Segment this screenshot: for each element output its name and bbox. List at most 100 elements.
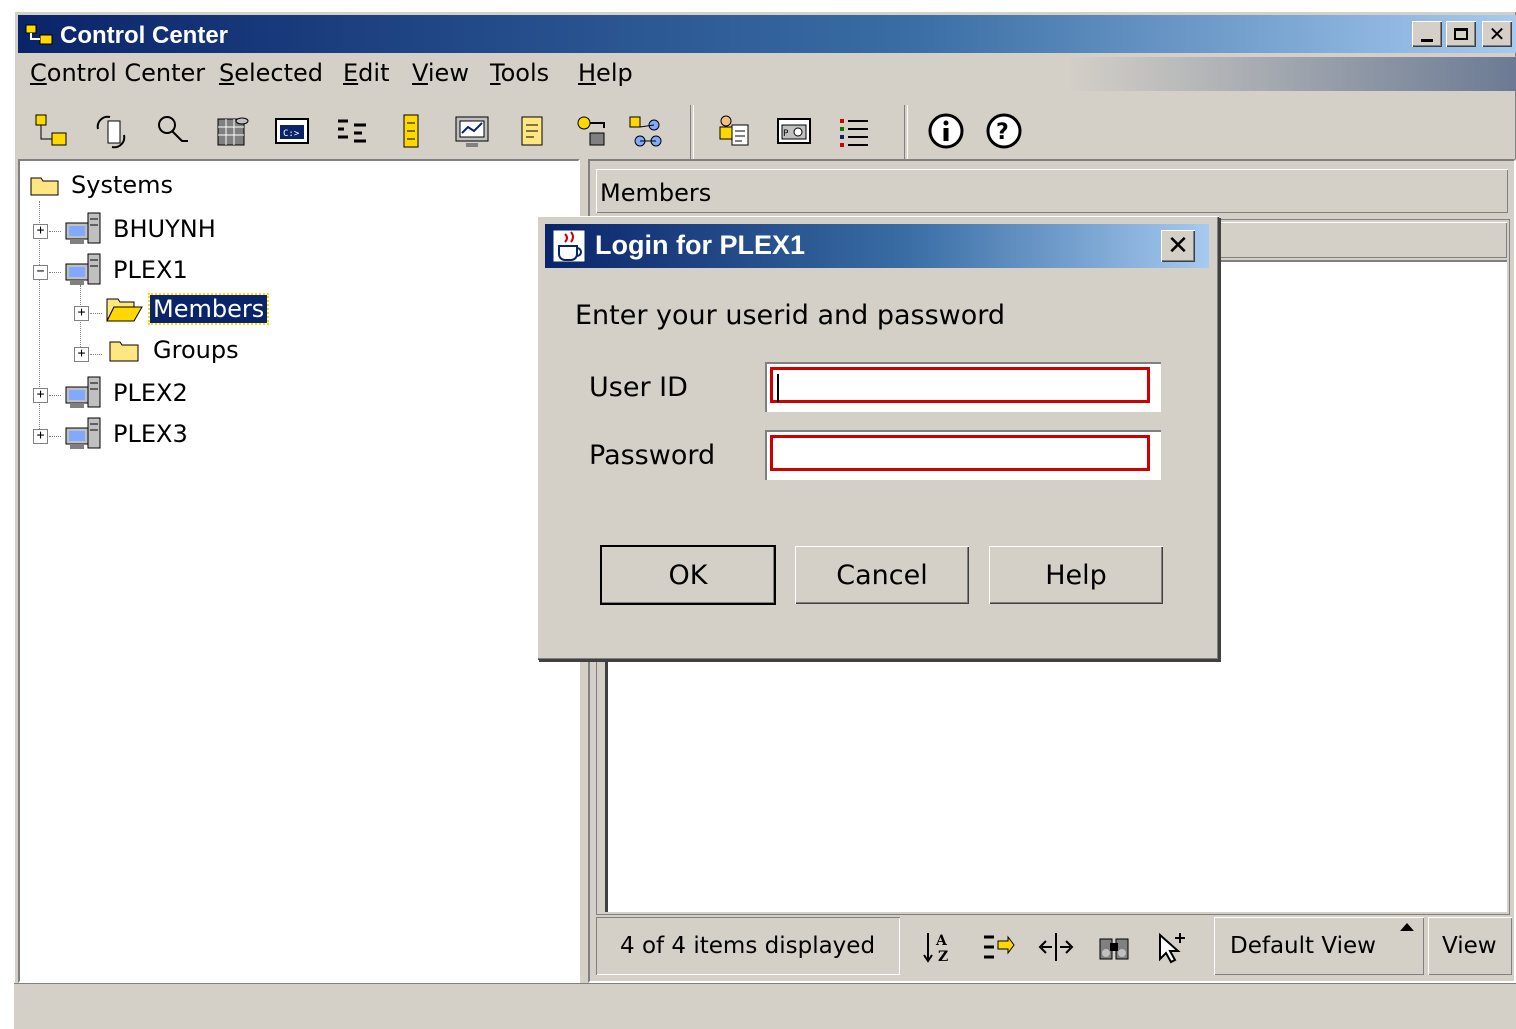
menu-help[interactable]: Help xyxy=(578,59,633,87)
cancel-button[interactable]: Cancel xyxy=(795,546,969,604)
close-icon: ✕ xyxy=(1167,231,1189,261)
log-icon[interactable] xyxy=(392,111,432,151)
menu-edit[interactable]: Edit xyxy=(343,59,389,87)
minimize-icon xyxy=(1421,38,1433,42)
userid-field-frame xyxy=(765,362,1161,412)
tree-item-plex2[interactable]: PLEX2 xyxy=(64,375,191,411)
journal-icon[interactable] xyxy=(512,111,552,151)
title-bar: Control Center ✕ xyxy=(18,15,1516,53)
folder-icon xyxy=(109,341,139,362)
svg-text:C:>: C:> xyxy=(283,129,300,139)
tree-line xyxy=(49,436,61,437)
view-button-label: View xyxy=(1442,933,1497,959)
expand-toggle[interactable]: + xyxy=(33,388,48,403)
users-icon[interactable] xyxy=(714,111,754,151)
replication-icon[interactable] xyxy=(92,111,132,151)
maximize-button[interactable] xyxy=(1446,21,1476,47)
chevron-up-icon xyxy=(1400,923,1414,931)
maximize-icon xyxy=(1454,28,1468,40)
menu-selected[interactable]: Selected xyxy=(219,59,323,87)
tree-item-plex3[interactable]: PLEX3 xyxy=(64,416,191,452)
toolbar-separator xyxy=(690,105,694,159)
java-cup-icon xyxy=(552,229,586,263)
details-title: Members xyxy=(600,179,712,207)
info-icon[interactable] xyxy=(926,111,966,151)
tree-item-members[interactable]: Members xyxy=(106,293,270,325)
view-button[interactable]: View xyxy=(1428,917,1512,975)
expand-toggle[interactable]: + xyxy=(33,224,48,239)
details-status-bar: 4 of 4 items displayed AZ Default View V… xyxy=(596,917,1512,977)
folder-icon xyxy=(30,177,59,196)
tree-line xyxy=(90,313,102,314)
expand-toggle[interactable]: + xyxy=(74,306,89,321)
menu-control-center[interactable]: Control Center xyxy=(30,59,205,87)
sort-icon[interactable]: AZ xyxy=(920,927,960,967)
tree-item-bhuynh[interactable]: BHUYNH xyxy=(64,211,219,247)
systems-icon[interactable] xyxy=(32,111,72,151)
columns-icon[interactable] xyxy=(1036,927,1076,967)
tree-line xyxy=(49,395,61,396)
window-title: Control Center xyxy=(60,22,228,49)
tree-label: PLEX1 xyxy=(113,256,188,284)
help-button[interactable]: Help xyxy=(989,546,1163,604)
login-prompt: Enter your userid and password xyxy=(575,300,1006,331)
menu-view[interactable]: View xyxy=(412,59,469,87)
svg-text:P: P xyxy=(783,129,789,139)
search-icon[interactable] xyxy=(152,111,192,151)
tree-line xyxy=(49,231,61,232)
open-folder-icon xyxy=(106,298,143,322)
window-status-bar xyxy=(14,983,1516,1029)
monitor-icon[interactable] xyxy=(452,111,492,151)
tree-label: PLEX2 xyxy=(113,379,188,407)
network-icon[interactable] xyxy=(626,111,666,151)
dialog-close-button[interactable]: ✕ xyxy=(1161,230,1195,262)
login-dialog: Login for PLEX1 ✕ Enter your userid and … xyxy=(537,216,1219,660)
expand-toggle[interactable]: + xyxy=(74,347,89,362)
script-icon[interactable] xyxy=(332,111,372,151)
toolbar: C:> P ? xyxy=(18,97,1516,161)
command-icon[interactable]: C:> xyxy=(272,111,312,151)
close-icon: ✕ xyxy=(1488,22,1506,46)
find-icon[interactable] xyxy=(1094,927,1134,967)
dialog-title: Login for PLEX1 xyxy=(595,230,806,260)
menu-bar: Control Center Selected Edit View Tools … xyxy=(18,57,1516,91)
control-center-icon xyxy=(25,24,53,45)
view-selector[interactable]: Default View xyxy=(1214,917,1424,975)
collapse-toggle[interactable]: − xyxy=(33,265,48,280)
dialog-title-bar: Login for PLEX1 ✕ xyxy=(545,224,1209,268)
tree-label: PLEX3 xyxy=(113,420,188,448)
tree-item-plex1[interactable]: PLEX1 xyxy=(64,252,191,288)
item-count-label: 4 of 4 items displayed xyxy=(620,933,876,959)
systems-tree[interactable]: Systems + BHUYNH − PLEX1 + Members + Gro… xyxy=(18,159,580,983)
userid-input[interactable] xyxy=(770,367,1150,403)
svg-text:Z: Z xyxy=(938,949,948,965)
minimize-button[interactable] xyxy=(1412,21,1442,47)
server-icon xyxy=(65,253,101,285)
view-selector-label: Default View xyxy=(1230,933,1376,959)
help-icon[interactable]: ? xyxy=(984,111,1024,151)
database-icon[interactable] xyxy=(212,111,252,151)
keys-icon[interactable] xyxy=(572,111,612,151)
tree-line xyxy=(49,272,61,273)
password-input[interactable] xyxy=(770,435,1150,471)
filter-icon[interactable] xyxy=(978,927,1018,967)
list-icon[interactable] xyxy=(834,111,874,151)
tree-item-systems[interactable]: Systems xyxy=(30,171,176,199)
help-button-label: Help xyxy=(1045,559,1107,591)
ok-button[interactable]: OK xyxy=(600,545,776,605)
password-label: Password xyxy=(589,440,716,471)
close-button[interactable]: ✕ xyxy=(1482,21,1512,47)
ok-button-label: OK xyxy=(668,559,708,591)
password-field-frame xyxy=(765,430,1161,480)
expand-toggle[interactable]: + xyxy=(33,429,48,444)
server-icon xyxy=(65,376,101,408)
settings-icon[interactable]: P xyxy=(774,111,814,151)
text-caret xyxy=(777,374,779,402)
userid-label: User ID xyxy=(589,372,688,403)
select-pointer-icon[interactable] xyxy=(1152,927,1192,967)
tree-label: BHUYNH xyxy=(113,215,216,243)
menu-tools[interactable]: Tools xyxy=(490,59,549,87)
tree-item-groups[interactable]: Groups xyxy=(106,336,242,364)
svg-text:A: A xyxy=(935,933,948,949)
tree-label: Members xyxy=(147,293,270,325)
